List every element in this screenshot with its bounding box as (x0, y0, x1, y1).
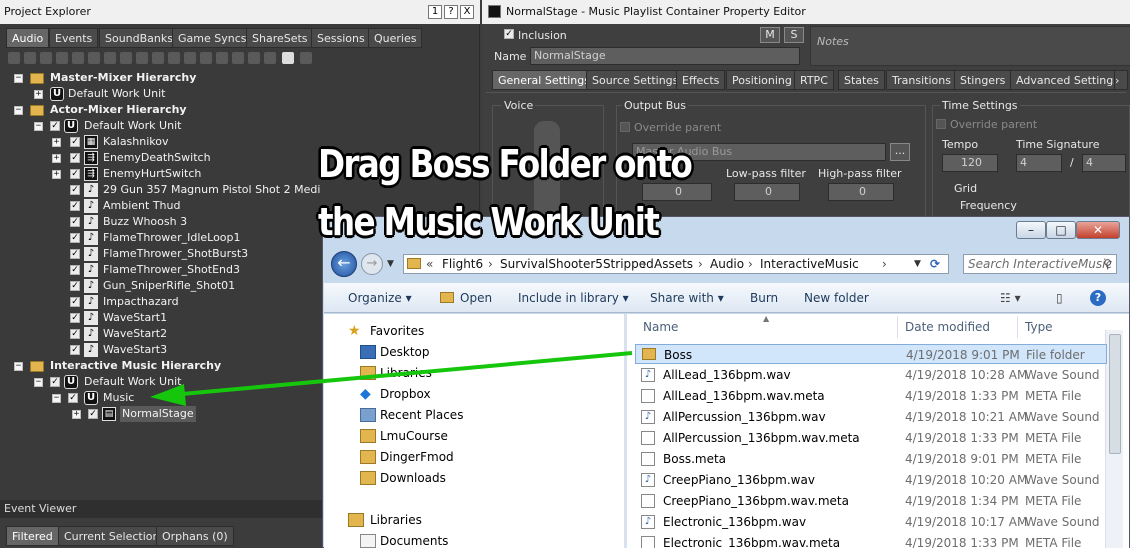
drag-arrow-head (150, 384, 186, 406)
drag-arrow (150, 351, 633, 406)
drag-arrow-line (181, 351, 633, 396)
